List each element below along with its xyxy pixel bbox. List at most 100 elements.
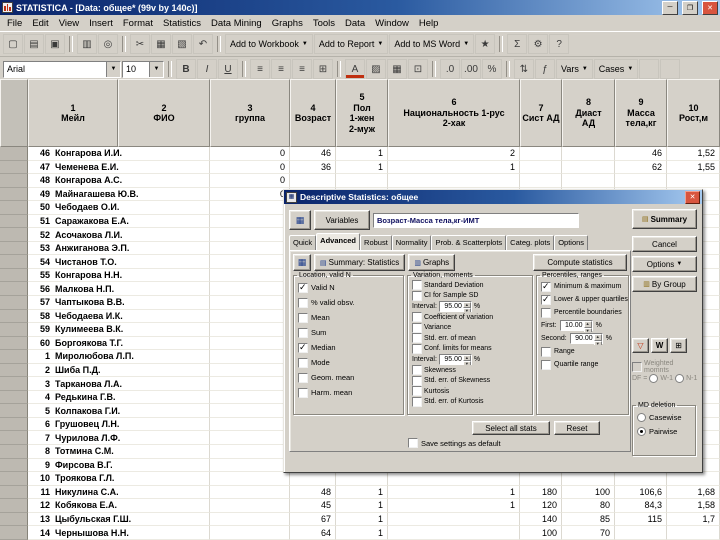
- cell[interactable]: 115: [615, 512, 667, 527]
- row-gutter[interactable]: [0, 228, 28, 242]
- column-header-мейл[interactable]: 1 Мейл: [28, 79, 118, 147]
- checkbox-valid-n[interactable]: [298, 282, 308, 293]
- cancel-button[interactable]: Cancel: [632, 236, 697, 252]
- column-header-национальность-1-рус[interactable]: 6 Национальность 1-рус 2-хак: [388, 79, 520, 147]
- options-button[interactable]: Options ▼: [632, 256, 697, 272]
- menu-item-format[interactable]: Format: [118, 17, 158, 30]
- cell[interactable]: [210, 323, 290, 337]
- cell[interactable]: 1: [336, 526, 388, 540]
- print-preview-icon[interactable]: ◎: [98, 34, 118, 54]
- cell[interactable]: 64: [290, 526, 336, 540]
- cell[interactable]: [615, 174, 667, 188]
- cell[interactable]: [210, 499, 290, 513]
- cell[interactable]: [210, 445, 290, 459]
- case-states-icon[interactable]: ⊞: [670, 338, 687, 353]
- checkbox-%-valid-obsv[interactable]: [298, 297, 308, 308]
- row-gutter[interactable]: [0, 472, 28, 486]
- column-header-группа[interactable]: 3 группа: [210, 79, 290, 147]
- row-gutter[interactable]: [0, 363, 28, 378]
- minimize-icon[interactable]: ─: [662, 0, 678, 15]
- cell[interactable]: [520, 147, 562, 161]
- cell[interactable]: [520, 472, 562, 486]
- cell[interactable]: [210, 458, 290, 473]
- cell[interactable]: 67: [290, 512, 336, 527]
- cell[interactable]: [210, 512, 290, 527]
- cell[interactable]: 1: [388, 160, 520, 175]
- tab-advanced[interactable]: Advanced: [316, 233, 361, 250]
- row-gutter[interactable]: [0, 201, 28, 215]
- chevron-down-icon[interactable]: ▼: [149, 61, 163, 77]
- row-gutter[interactable]: [0, 241, 28, 256]
- checkbox-median[interactable]: [298, 342, 308, 353]
- cell[interactable]: [210, 296, 290, 310]
- print-icon[interactable]: ▥: [77, 34, 97, 54]
- cell[interactable]: [336, 472, 388, 486]
- close-icon[interactable]: ✕: [685, 190, 700, 204]
- selected-variables-field[interactable]: Возраст-Масса тела,кг-ИМТ: [373, 212, 579, 228]
- cell[interactable]: 70: [562, 526, 615, 540]
- function-icon[interactable]: ƒ: [535, 59, 555, 79]
- cell[interactable]: 1: [336, 147, 388, 161]
- case-cell[interactable]: 57 Чаптыкова В.В.: [28, 296, 210, 310]
- borders-icon[interactable]: ▦: [387, 59, 407, 79]
- cell[interactable]: 46: [615, 147, 667, 161]
- font-family-combo[interactable]: Arial ▼: [3, 60, 121, 78]
- checkbox-minimum-&-maximum[interactable]: [541, 281, 551, 292]
- row-gutter[interactable]: [0, 214, 28, 229]
- radio-pairwise[interactable]: [637, 426, 646, 436]
- row-gutter[interactable]: [0, 147, 28, 161]
- cell[interactable]: [562, 160, 615, 175]
- menu-item-data[interactable]: Data: [340, 17, 370, 30]
- row-gutter[interactable]: [0, 255, 28, 269]
- select-cases-icon[interactable]: ▽: [632, 338, 649, 353]
- spinner-arrows-icon[interactable]: ▲ ▼: [462, 354, 471, 365]
- spinner-input[interactable]: 10.00 ▲ ▼: [559, 320, 593, 332]
- menu-item-view[interactable]: View: [54, 17, 84, 30]
- cell[interactable]: [210, 255, 290, 269]
- row-gutter[interactable]: [0, 282, 28, 297]
- save-icon[interactable]: ▣: [45, 34, 65, 54]
- new-file-icon[interactable]: ▢: [3, 34, 23, 54]
- increase-decimals-icon[interactable]: .0: [440, 59, 460, 79]
- align-right-icon[interactable]: ≡: [292, 59, 312, 79]
- tab-options[interactable]: Options: [554, 235, 589, 250]
- cell[interactable]: 106,6: [615, 485, 667, 500]
- cell[interactable]: [562, 472, 615, 486]
- percent-icon[interactable]: %: [482, 59, 502, 79]
- radio-casewise[interactable]: [637, 412, 646, 422]
- cut-icon[interactable]: ✂: [130, 34, 150, 54]
- case-cell[interactable]: 59 Кулимеева В.К.: [28, 323, 210, 337]
- merge-cells-icon[interactable]: ⊞: [313, 59, 333, 79]
- menu-item-help[interactable]: Help: [414, 17, 444, 30]
- checkbox-std-err-of-mean[interactable]: [412, 333, 422, 344]
- cell[interactable]: 1: [336, 499, 388, 513]
- cell[interactable]: [210, 309, 290, 324]
- case-cell[interactable]: 56 Малкова Н.П.: [28, 282, 210, 297]
- graphs-button[interactable]: ▥ Graphs: [408, 254, 456, 271]
- checkbox-coefficient-of-variation[interactable]: [412, 312, 422, 323]
- cell[interactable]: 1: [336, 485, 388, 500]
- compute-statistics-button[interactable]: Compute statistics: [533, 254, 627, 271]
- cell[interactable]: [667, 526, 720, 540]
- case-cell[interactable]: 6 Грушовец Л.Н.: [28, 417, 210, 432]
- checkbox-standard-deviation[interactable]: [412, 280, 422, 291]
- column-header-фио[interactable]: 2 ФИО: [118, 79, 210, 147]
- cell[interactable]: 1,68: [667, 485, 720, 500]
- case-cell[interactable]: 13 Цыбульская Г.Ш.: [28, 512, 210, 527]
- menu-item-insert[interactable]: Insert: [84, 17, 118, 30]
- case-cell[interactable]: 2 Шиба П.Д.: [28, 363, 210, 378]
- row-gutter[interactable]: [0, 377, 28, 391]
- reset-button[interactable]: Reset: [554, 421, 600, 435]
- cell[interactable]: [210, 268, 290, 283]
- cell[interactable]: 1,52: [667, 147, 720, 161]
- case-cell[interactable]: 51 Саражакова Е.А.: [28, 214, 210, 229]
- case-cell[interactable]: 14 Чернышова Н.Н.: [28, 526, 210, 540]
- settings-icon[interactable]: ⚙: [528, 34, 549, 54]
- cell[interactable]: 0: [210, 174, 290, 188]
- add-to-ms-word-button[interactable]: Add to MS Word ▼: [389, 34, 475, 54]
- cell[interactable]: 46: [290, 147, 336, 161]
- tab-prob-&-scatterplots[interactable]: Prob. & Scatterplots: [431, 235, 507, 250]
- case-cell[interactable]: 5 Колпакова Г.И.: [28, 404, 210, 418]
- menu-item-tools[interactable]: Tools: [308, 17, 340, 30]
- column-header-пол[interactable]: 5 Пол 1-жен 2-муж: [336, 79, 388, 147]
